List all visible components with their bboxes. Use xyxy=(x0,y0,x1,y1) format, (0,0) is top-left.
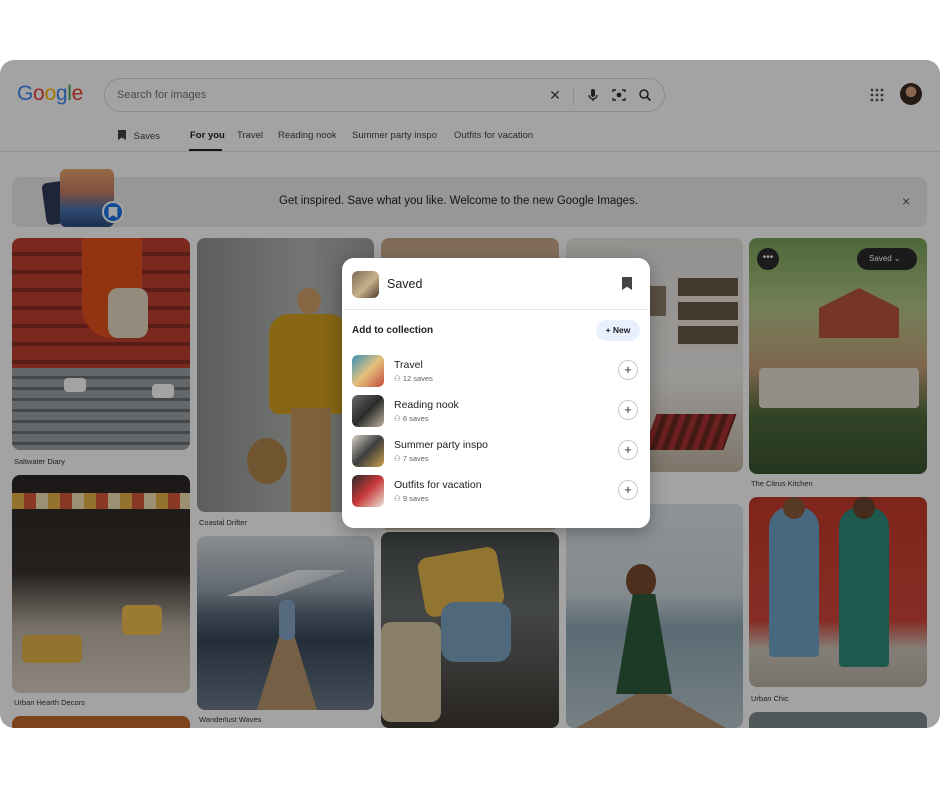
collection-thumbnail xyxy=(352,435,384,467)
collection-item-outfits-for-vacation[interactable]: Outfits for vacation ⚇ 9 saves + xyxy=(352,473,642,509)
people-icon: ⚇ xyxy=(394,454,403,463)
collection-thumbnail xyxy=(352,475,384,507)
collection-item-summer-party-inspo[interactable]: Summer party inspo ⚇ 7 saves + xyxy=(352,433,642,469)
collection-name: Summer party inspo xyxy=(394,439,488,451)
people-icon: ⚇ xyxy=(394,374,403,383)
collection-count: ⚇ 12 saves xyxy=(394,374,433,383)
collection-thumbnail xyxy=(352,355,384,387)
collection-count-text: 7 saves xyxy=(402,454,429,463)
collection-count: ⚇ 9 saves xyxy=(394,494,429,503)
new-collection-button[interactable]: + New xyxy=(596,320,640,341)
collection-count: ⚇ 7 saves xyxy=(394,454,429,463)
save-to-collection-dialog: Saved Add to collection + New Travel ⚇ 1… xyxy=(342,258,650,528)
dialog-divider xyxy=(342,309,650,310)
add-to-collection-button[interactable]: + xyxy=(618,400,638,420)
collection-item-reading-nook[interactable]: Reading nook ⚇ 6 saves + xyxy=(352,393,642,429)
collection-name: Outfits for vacation xyxy=(394,479,482,491)
bookmark-filled-icon[interactable] xyxy=(622,277,632,290)
collection-thumbnail xyxy=(352,395,384,427)
app-window: Google ✕ Save xyxy=(0,60,940,728)
add-to-collection-button[interactable]: + xyxy=(618,440,638,460)
add-to-collection-label: Add to collection xyxy=(352,325,434,336)
collection-name: Travel xyxy=(394,359,423,371)
collection-count-text: 6 saves xyxy=(402,414,429,423)
add-to-collection-button[interactable]: + xyxy=(618,480,638,500)
dialog-title: Saved xyxy=(387,277,423,291)
collection-count: ⚇ 6 saves xyxy=(394,414,429,423)
collection-item-travel[interactable]: Travel ⚇ 12 saves + xyxy=(352,353,642,389)
collection-count-text: 12 saves xyxy=(402,374,433,383)
saved-image-thumbnail xyxy=(352,271,379,298)
people-icon: ⚇ xyxy=(394,494,403,503)
add-to-collection-button[interactable]: + xyxy=(618,360,638,380)
collection-count-text: 9 saves xyxy=(402,494,429,503)
people-icon: ⚇ xyxy=(394,414,403,423)
collection-name: Reading nook xyxy=(394,399,459,411)
new-collection-label: New xyxy=(612,325,631,335)
plus-icon: + xyxy=(605,325,613,335)
